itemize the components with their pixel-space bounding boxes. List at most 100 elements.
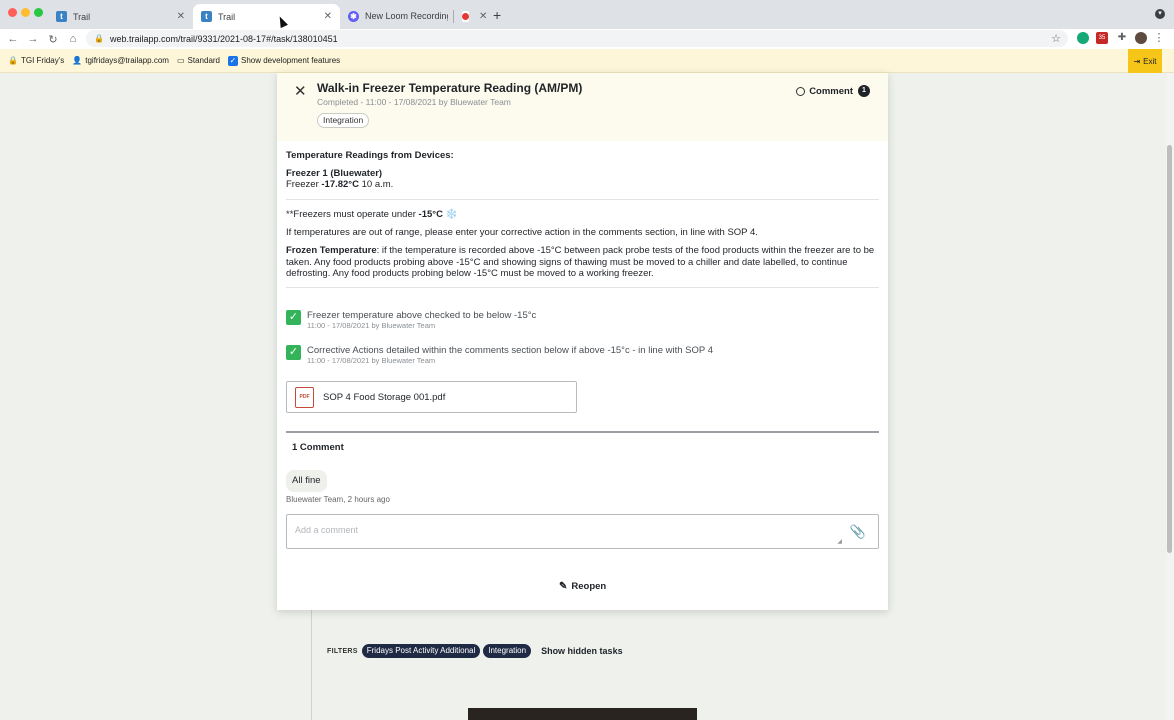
filters-label: FILTERS <box>327 647 358 655</box>
user-indicator[interactable]: 👤 tgifridays@trailapp.com <box>72 56 169 65</box>
tab-title: Trail <box>73 11 91 22</box>
comment-author-meta: Bluewater Team, 2 hours ago <box>286 495 390 504</box>
user-email: tgifridays@trailapp.com <box>85 56 169 65</box>
comment-button[interactable]: Comment 1 <box>796 85 870 97</box>
dev-features-toggle[interactable]: ✓ Show development features <box>228 55 341 66</box>
paperclip-icon[interactable]: 📎 <box>850 524 866 540</box>
browser-tab-3[interactable]: ✱ New Loom Recording 🎥 <box>340 4 456 29</box>
url-text: web.trailapp.com/trail/9331/2021-08-17#/… <box>109 33 338 44</box>
impersonation-bar: 🔒 TGI Friday's 👤 tgifridays@trailapp.com ▭… <box>0 49 1174 73</box>
video-thumbnail[interactable] <box>468 708 697 720</box>
device-value: -17.82°C <box>321 179 359 190</box>
comment-count-badge: 1 <box>858 85 870 97</box>
checklist-meta: 11:00 - 17/08/2021 by Bluewater Team <box>307 321 436 330</box>
task-title: Walk-in Freezer Temperature Reading (AM/… <box>317 81 583 95</box>
filter-chip[interactable]: Integration <box>483 644 532 658</box>
lock-icon: 🔒 <box>8 56 18 65</box>
comment-input-box[interactable]: 📎 ◢ <box>286 514 879 549</box>
tab-search-chevron-icon[interactable]: ▾ <box>1155 9 1165 19</box>
tab-close-icon[interactable]: ✕ <box>324 11 332 22</box>
trail-favicon-icon: t <box>56 11 67 22</box>
user-icon: 👤 <box>72 56 83 65</box>
task-tag[interactable]: Integration <box>317 113 370 128</box>
tab-title: New Loom Recording 🎥 <box>365 11 448 21</box>
readings-heading: Temperature Readings from Devices: <box>286 150 454 161</box>
pdf-file-icon: PDF <box>295 386 314 408</box>
resize-handle-icon[interactable]: ◢ <box>837 538 842 545</box>
comments-divider <box>286 431 879 433</box>
calendar-icon: ▭ <box>176 56 185 65</box>
extensions-puzzle-icon[interactable]: ✚ <box>1116 32 1128 44</box>
dev-features-label: Show development features <box>241 56 341 65</box>
home-icon[interactable]: ⌂ <box>63 33 83 45</box>
show-hidden-tasks-link[interactable]: Show hidden tasks <box>541 646 623 656</box>
device-prefix: Freezer <box>286 179 319 190</box>
checklist-label: Freezer temperature above checked to be … <box>307 310 537 321</box>
divider <box>286 199 879 200</box>
reopen-button[interactable]: ✎ Reopen <box>559 581 606 592</box>
checklist-label: Corrective Actions detailed within the c… <box>307 345 713 356</box>
attachment-sop-pdf[interactable]: PDF SOP 4 Food Storage 001.pdf <box>286 381 577 413</box>
profile-avatar[interactable] <box>1135 32 1147 44</box>
record-icon <box>462 11 469 22</box>
device-time: 10 a.m. <box>361 179 394 190</box>
comment-label: Comment <box>809 85 853 97</box>
grammarly-extension-icon[interactable] <box>1077 32 1089 44</box>
browser-tab-strip: t Trail ✕ t Trail ✕ ✱ New Loom Recording… <box>0 0 1174 29</box>
checklist-item[interactable]: ✓ Freezer temperature above checked to b… <box>286 310 536 330</box>
reopen-label: Reopen <box>571 581 607 592</box>
checklist-item[interactable]: ✓ Corrective Actions detailed within the… <box>286 345 713 365</box>
window-close-button[interactable] <box>8 8 17 17</box>
rule-value: -15°C <box>418 209 443 220</box>
forward-arrow-icon[interactable]: → <box>23 33 43 45</box>
new-tab-plus-icon[interactable]: + <box>493 7 501 23</box>
task-completion-meta: Completed - 11:00 - 17/08/2021 by Bluewa… <box>317 97 511 107</box>
bookmark-star-icon[interactable]: ☆ <box>1051 32 1061 45</box>
checklist-meta: 11:00 - 17/08/2021 by Bluewater Team <box>307 356 436 365</box>
snowflake-icon: ❄️ <box>445 209 458 220</box>
close-icon[interactable]: ✕ <box>294 82 307 100</box>
device-name: Freezer 1 (Bluewater) <box>286 168 383 179</box>
checkbox-checked-icon[interactable]: ✓ <box>286 310 301 325</box>
address-bar[interactable]: 🔒 web.trailapp.com/trail/9331/2021-08-17… <box>86 30 1068 47</box>
comment-text: All fine <box>286 470 327 492</box>
corrective-instruction: If temperatures are out of range, please… <box>286 227 758 238</box>
frozen-label: Frozen Temperature <box>286 245 377 256</box>
exit-icon: ⇥ <box>1133 56 1141 66</box>
frozen-temperature-policy: Frozen Temperature: if the temperature i… <box>286 245 879 280</box>
task-detail-modal: ✕ Walk-in Freezer Temperature Reading (A… <box>277 73 888 610</box>
extension-badge-icon[interactable]: 35 <box>1096 32 1108 44</box>
task-filters: FILTERS Fridays Post Activity Additional… <box>327 644 623 658</box>
exit-button[interactable]: ⇥ Exit <box>1128 49 1162 73</box>
back-arrow-icon[interactable]: ← <box>3 33 23 45</box>
divider <box>286 287 879 288</box>
browser-tab-4[interactable]: ✕ <box>454 4 488 29</box>
device-reading: Freezer -17.82°C 10 a.m. <box>286 179 879 190</box>
exit-label: Exit <box>1143 56 1157 66</box>
browser-menu-icon[interactable]: ⋮ <box>1153 32 1165 44</box>
freezer-rule: **Freezers must operate under -15°C ❄️ <box>286 209 879 220</box>
timeline-line <box>311 605 312 720</box>
lock-icon: 🔒 <box>94 34 104 43</box>
comment-input[interactable] <box>295 525 835 535</box>
plan-indicator[interactable]: ▭ Standard <box>177 56 220 65</box>
filter-chip[interactable]: Fridays Post Activity Additional <box>361 644 481 658</box>
rule-prefix: **Freezers must operate under <box>286 209 416 220</box>
comment-icon <box>796 86 806 96</box>
browser-toolbar: ← → ↻ ⌂ 🔒 web.trailapp.com/trail/9331/20… <box>0 29 1174 49</box>
checkbox-checked-icon[interactable]: ✓ <box>286 345 301 360</box>
tab-close-icon[interactable]: ✕ <box>479 11 487 22</box>
tab-close-icon[interactable]: ✕ <box>177 11 185 22</box>
site-name: TGI Friday's <box>20 56 65 65</box>
scrollbar-thumb[interactable] <box>1167 145 1172 553</box>
reload-icon[interactable]: ↻ <box>43 33 63 46</box>
site-indicator[interactable]: 🔒 TGI Friday's <box>8 56 64 65</box>
task-header: ✕ Walk-in Freezer Temperature Reading (A… <box>277 73 888 141</box>
checkbox-checked-icon[interactable]: ✓ <box>228 55 238 66</box>
browser-tab-1[interactable]: t Trail ✕ <box>48 4 193 29</box>
trail-favicon-icon: t <box>201 11 212 22</box>
window-minimize-button[interactable] <box>21 8 30 17</box>
window-zoom-button[interactable] <box>34 8 43 17</box>
plan-name: Standard <box>187 56 220 65</box>
browser-tab-2[interactable]: t Trail ✕ <box>193 4 340 29</box>
